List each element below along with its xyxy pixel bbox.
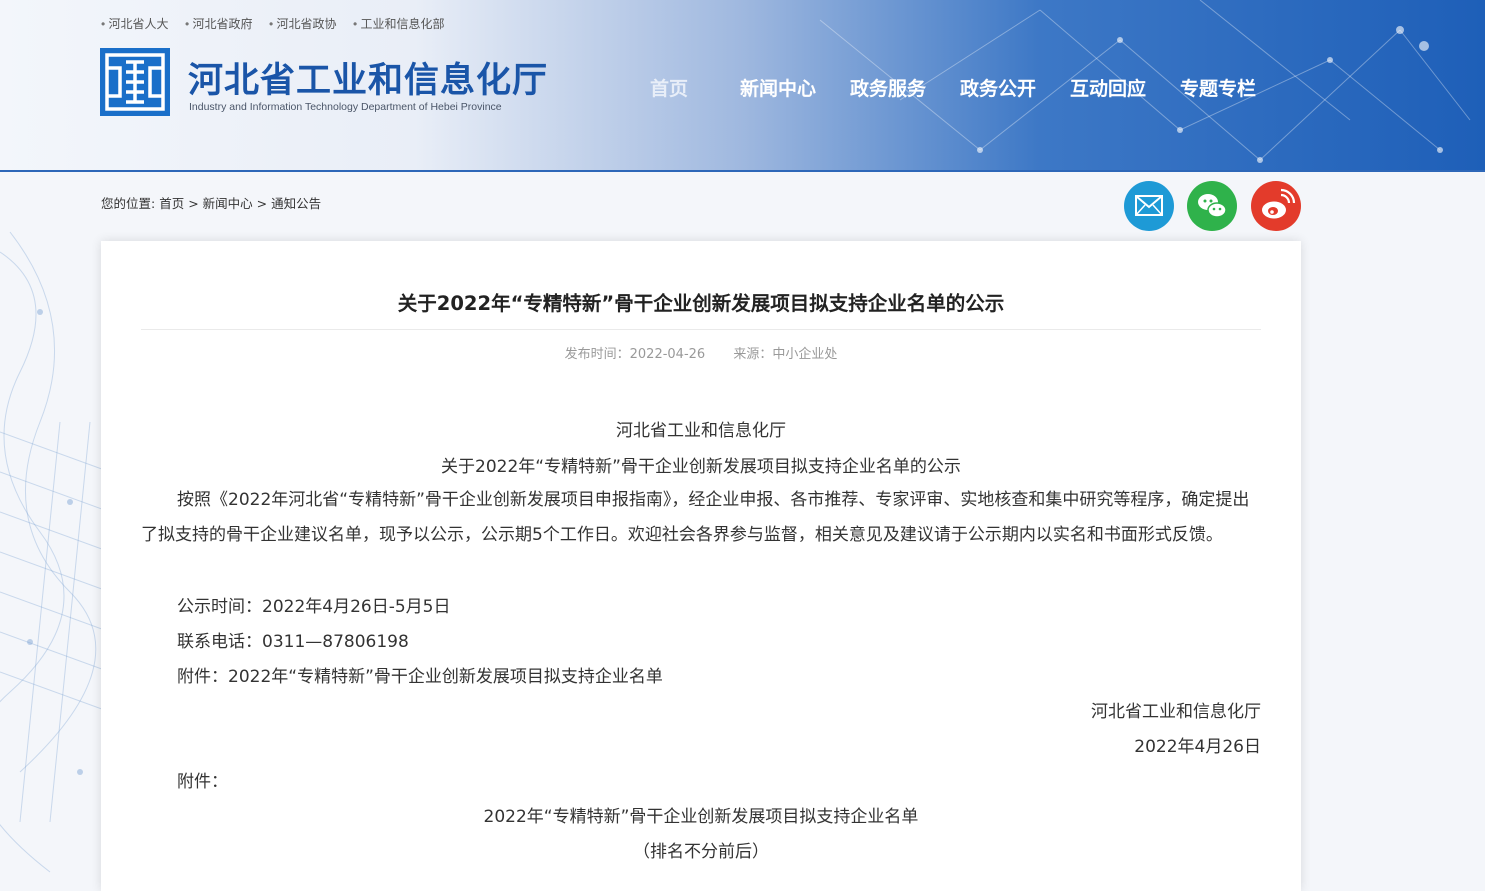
top-link-npc[interactable]: 河北省人大 bbox=[101, 15, 169, 32]
article-title: 关于2022年“专精特新”骨干企业创新发展项目拟支持企业名单的公示 bbox=[397, 292, 1005, 315]
breadcrumb: 您的位置: 首页 > 新闻中心 > 通知公告 bbox=[101, 193, 321, 212]
top-link-miit[interactable]: 工业和信息化部 bbox=[353, 15, 445, 32]
article-meta: 发布时间：2022-04-26 来源：中小企业处 bbox=[101, 343, 1301, 362]
nav-interaction[interactable]: 互动回应 bbox=[1070, 74, 1146, 101]
top-link-cppcc[interactable]: 河北省政协 bbox=[269, 15, 337, 32]
weibo-icon bbox=[1251, 181, 1301, 231]
signature-org: 河北省工业和信息化厅 bbox=[1091, 702, 1261, 722]
list-note: （排名不分前后） bbox=[633, 842, 769, 862]
mail-icon bbox=[1124, 181, 1174, 231]
publish-date: 发布时间：2022-04-26 bbox=[564, 347, 706, 362]
site-title[interactable]: 河北省工业和信息化厅 bbox=[188, 52, 548, 103]
share-weibo-button[interactable] bbox=[1251, 181, 1301, 231]
site-logo-icon[interactable] bbox=[100, 48, 170, 116]
attachment-label: 附件： bbox=[177, 772, 228, 792]
breadcrumb-news[interactable]: 新闻中心 bbox=[203, 196, 253, 211]
title-divider bbox=[141, 329, 1261, 330]
nav-special-topics[interactable]: 专题专栏 bbox=[1180, 74, 1256, 101]
nav-home[interactable]: 首页 bbox=[650, 74, 688, 101]
publicity-period: 公示时间：2022年4月26日-5月5日 bbox=[177, 597, 451, 617]
article-source: 来源：中小企业处 bbox=[733, 347, 838, 362]
list-title: 2022年“专精特新”骨干企业创新发展项目拟支持企业名单 bbox=[483, 807, 919, 827]
body-paragraph: 按照《2022年河北省“专精特新”骨干企业创新发展项目申报指南》，经企业申报、各… bbox=[141, 490, 1250, 545]
attachment-line[interactable]: 附件：2022年“专精特新”骨干企业创新发展项目拟支持企业名单 bbox=[177, 662, 663, 687]
site-subtitle: Industry and Information Technology Depa… bbox=[189, 101, 502, 113]
breadcrumb-separator: > bbox=[256, 196, 268, 211]
contact-phone: 联系电话：0311—87806198 bbox=[177, 632, 409, 652]
signature-date: 2022年4月26日 bbox=[1134, 737, 1261, 757]
share-wechat-button[interactable] bbox=[1187, 181, 1237, 231]
nav-public-affairs[interactable]: 政务公开 bbox=[960, 74, 1036, 101]
breadcrumb-home[interactable]: 首页 bbox=[159, 196, 184, 211]
article-card: 关于2022年“专精特新”骨干企业创新发展项目拟支持企业名单的公示 发布时间：2… bbox=[101, 241, 1301, 891]
share-mail-button[interactable] bbox=[1124, 181, 1174, 231]
nav-news[interactable]: 新闻中心 bbox=[740, 74, 816, 101]
top-link-government[interactable]: 河北省政府 bbox=[185, 15, 253, 32]
body-heading-org: 河北省工业和信息化厅 bbox=[616, 421, 786, 441]
nav-services[interactable]: 政务服务 bbox=[850, 74, 926, 101]
breadcrumb-prefix: 您的位置: bbox=[101, 196, 156, 211]
body-heading-title: 关于2022年“专精特新”骨干企业创新发展项目拟支持企业名单的公示 bbox=[441, 457, 961, 477]
wechat-icon bbox=[1187, 181, 1237, 231]
breadcrumb-notices[interactable]: 通知公告 bbox=[271, 196, 321, 211]
site-header: 河北省人大 河北省政府 河北省政协 工业和信息化部 河北省工业和信息化厅 Ind… bbox=[0, 0, 1485, 172]
breadcrumb-separator: > bbox=[188, 196, 199, 211]
